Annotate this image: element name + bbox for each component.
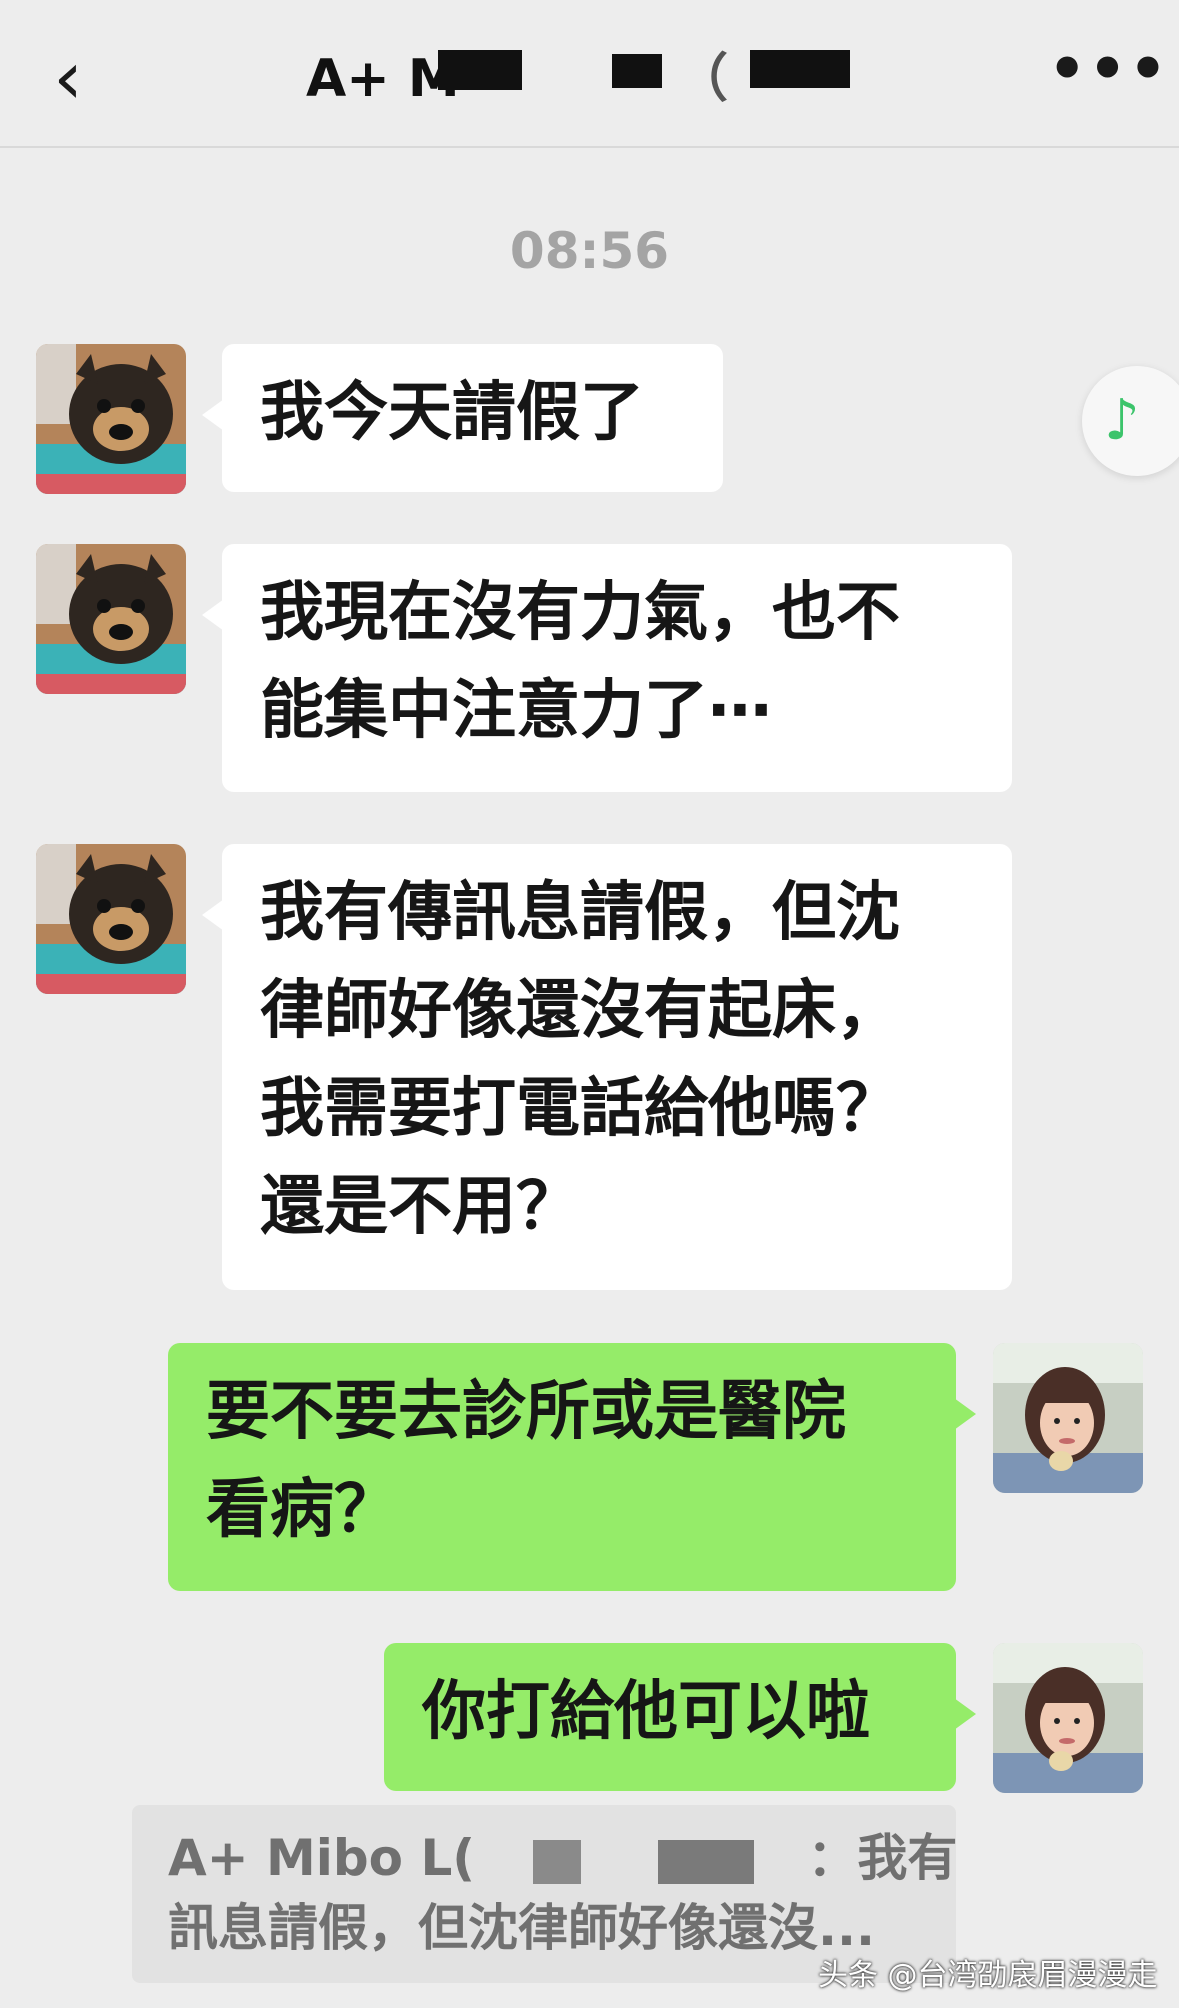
redacted-block	[438, 50, 522, 90]
chat-header: ‹ A+ M （ •••	[0, 0, 1179, 148]
message-bubble-incoming[interactable]: 我有傳訊息請假，但沈 律師好像還沒有起床， 我需要打電話給他嗎？ 還是不用？	[202, 844, 1012, 1290]
redacted-block	[532, 1839, 581, 1884]
message-bubble-outgoing[interactable]: 你打給他可以啦	[384, 1643, 976, 1791]
message-bubble-incoming[interactable]: 我今天請假了	[202, 344, 723, 492]
watermark: 头条 @台湾劭扆眉漫漫走	[818, 1958, 1158, 1993]
chat-title-text: A+ M	[306, 49, 460, 109]
quoted-sender-suffix: ：我有傳	[807, 1829, 956, 1887]
message-timestamp: 08:56	[509, 222, 670, 280]
avatar-user[interactable]	[993, 1643, 1143, 1793]
chevron-left-icon[interactable]: ‹	[38, 38, 98, 118]
avatar-user[interactable]	[993, 1343, 1143, 1493]
quoted-sender-name: A+ Mibo L(	[168, 1829, 476, 1887]
avatar-dog[interactable]	[36, 544, 186, 694]
avatar-dog[interactable]	[36, 344, 186, 494]
more-dots-icon[interactable]: •••	[1048, 39, 1167, 114]
chat-title: A+ M （	[306, 44, 866, 114]
redacted-block	[612, 54, 662, 88]
quoted-sender: A+ Mibo L( ：我有傳	[168, 1823, 956, 1893]
avatar-dog[interactable]	[36, 844, 186, 994]
music-note-icon[interactable]: ♪	[1082, 366, 1179, 476]
message-bubble-incoming[interactable]: 我現在沒有力氣，也不 能集中注意力了⋯	[202, 544, 1012, 792]
redacted-block	[750, 50, 850, 88]
chat-title-tail: （	[676, 49, 729, 109]
quoted-text: 訊息請假，但沈律師好像還沒...	[168, 1899, 875, 1957]
message-bubble-outgoing[interactable]: 要不要去診所或是醫院 看病？	[168, 1343, 976, 1591]
redacted-block	[658, 1839, 754, 1884]
